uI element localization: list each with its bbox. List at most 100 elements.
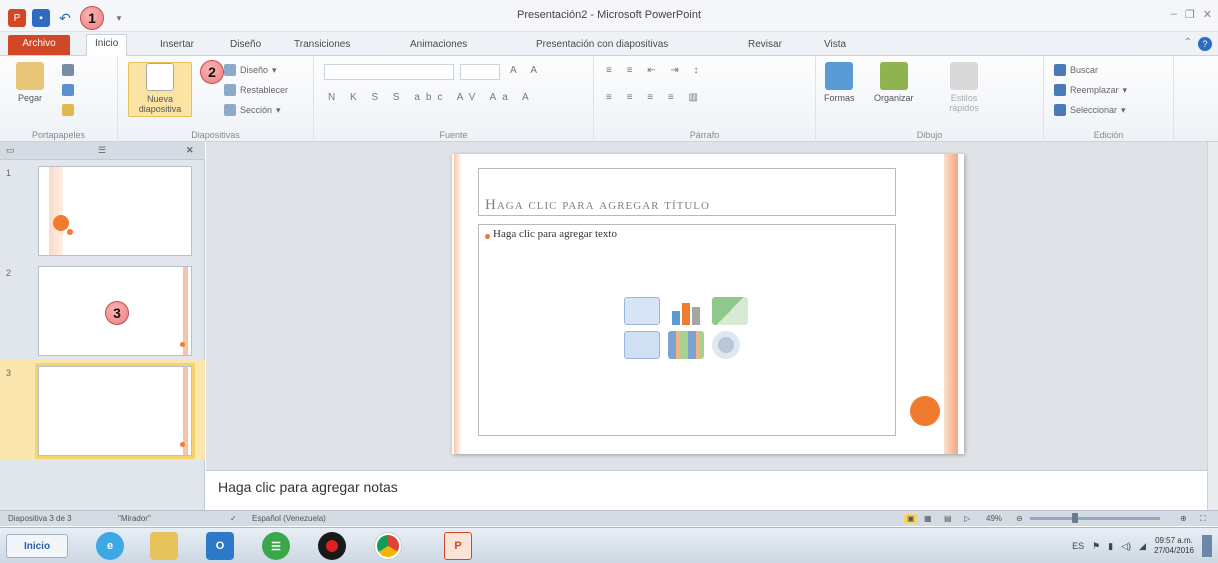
paste-button[interactable]: Pegar — [16, 62, 44, 103]
quick-styles-button[interactable]: Estilos rápidos — [942, 62, 986, 113]
font-size-buttons[interactable]: A A — [510, 65, 543, 76]
list-buttons[interactable]: ≡ ≡ ⇤ ⇥ ↕ — [606, 65, 705, 76]
thumb-dot — [67, 229, 73, 235]
media-app-icon[interactable]: ☰ — [262, 532, 290, 560]
notes-pane[interactable]: Haga clic para agregar notas — [206, 470, 1207, 510]
start-button[interactable]: Inicio — [6, 534, 68, 558]
callout-marker-3: 3 — [105, 301, 129, 325]
zoom-level[interactable]: 49% — [986, 514, 1002, 523]
insert-picture-icon[interactable] — [624, 331, 660, 359]
slide-thumbnail-2[interactable]: 3 — [38, 266, 192, 356]
tab-revisar[interactable]: Revisar — [740, 36, 790, 56]
zoom-in-icon[interactable]: ⊕ — [1180, 514, 1187, 523]
slides-tab-icon[interactable]: ▭ — [6, 145, 15, 156]
group-label-diapositivas: Diapositivas — [191, 130, 240, 140]
title-placeholder-text: Haga clic para agregar título — [485, 197, 710, 213]
zoom-slider-thumb[interactable] — [1072, 513, 1078, 523]
arrange-button[interactable]: Organizar — [874, 62, 914, 103]
tab-vista[interactable]: Vista — [816, 36, 854, 56]
insert-chart-icon[interactable] — [668, 297, 704, 325]
find-label: Buscar — [1070, 65, 1099, 75]
tabs-right-controls: ⌃ ? — [1184, 37, 1212, 51]
chrome-icon[interactable] — [374, 532, 402, 560]
find-button[interactable]: Buscar — [1054, 64, 1098, 76]
close-icon[interactable]: ✕ — [1203, 8, 1212, 21]
clock[interactable]: 09:57 a.m. 27/04/2016 — [1154, 536, 1194, 556]
section-button[interactable]: Sección ▾ — [224, 104, 281, 116]
chevron-down-icon: ▾ — [272, 64, 277, 75]
select-button[interactable]: Seleccionar ▾ — [1054, 104, 1126, 116]
group-label-parrafo: Párrafo — [689, 130, 720, 140]
tab-archivo[interactable]: Archivo — [8, 35, 70, 55]
ribbon-tabs: Archivo Inicio Insertar Diseño Transicio… — [0, 32, 1218, 56]
insert-clipart-icon[interactable] — [668, 331, 704, 359]
slide-thumbnail-1[interactable] — [38, 166, 192, 256]
insert-media-icon[interactable] — [712, 331, 740, 359]
tab-insertar[interactable]: Insertar — [152, 36, 202, 56]
zoom-out-icon[interactable]: ⊖ — [1016, 514, 1023, 523]
tab-inicio[interactable]: Inicio — [86, 34, 128, 56]
language-indicator[interactable]: ES — [1072, 541, 1084, 551]
window-controls: – ❐ ✕ — [1171, 8, 1212, 21]
replace-button[interactable]: Reemplazar ▾ — [1054, 84, 1127, 96]
sorter-view-icon[interactable]: ▦ — [924, 514, 932, 523]
language-status[interactable]: Español (Venezuela) — [252, 514, 326, 523]
vertical-scrollbar[interactable] — [1207, 142, 1218, 510]
zoom-slider[interactable] — [1030, 517, 1160, 520]
tab-diseno[interactable]: Diseño — [222, 36, 269, 56]
folder-icon[interactable] — [150, 532, 178, 560]
group-label-portapapeles: Portapapeles — [31, 130, 86, 140]
paste-label: Pegar — [17, 93, 43, 103]
slide-thumbnail-3[interactable] — [35, 363, 195, 459]
status-bar: Diapositiva 3 de 3 "Mirador" ✓ Español (… — [0, 510, 1218, 526]
layout-icon — [224, 64, 236, 76]
reset-button[interactable]: Restablecer — [224, 84, 288, 96]
font-name-field[interactable] — [324, 64, 454, 80]
show-desktop-button[interactable] — [1202, 535, 1212, 557]
shapes-button[interactable]: Formas — [824, 62, 855, 103]
align-buttons[interactable]: ≡ ≡ ≡ ≡ ▥ — [606, 92, 704, 103]
network-icon[interactable]: ▮ — [1108, 541, 1113, 552]
system-tray: ES ⚑ ▮ ◁) ◢ 09:57 a.m. 27/04/2016 — [1072, 534, 1212, 558]
signal-icon[interactable]: ◢ — [1139, 541, 1146, 552]
text-format-buttons[interactable]: N K S S abc AV Aa A — [328, 92, 535, 103]
copy-button[interactable] — [62, 84, 74, 96]
outlook-icon[interactable]: O — [206, 532, 234, 560]
content-placeholder[interactable]: Haga clic para agregar texto — [478, 224, 896, 436]
new-slide-button[interactable]: Nueva diapositiva — [128, 62, 192, 117]
thumb-dot — [53, 215, 69, 231]
layout-button[interactable]: Diseño ▾ — [224, 64, 277, 76]
flag-icon[interactable]: ⚑ — [1092, 541, 1100, 552]
record-app-icon[interactable] — [318, 532, 346, 560]
restore-icon[interactable]: ❐ — [1185, 8, 1195, 21]
slide-count-status: Diapositiva 3 de 3 — [8, 514, 72, 523]
normal-view-icon[interactable]: ▣ — [904, 514, 918, 523]
tab-presentacion[interactable]: Presentación con diapositivas — [528, 36, 676, 56]
insert-smartart-icon[interactable] — [712, 297, 748, 325]
tab-transiciones[interactable]: Transiciones — [286, 36, 358, 56]
slide-stripe — [454, 154, 462, 454]
slideshow-view-icon[interactable]: ▷ — [964, 514, 970, 523]
fit-slide-icon[interactable]: ⛶ — [1200, 514, 1206, 524]
minimize-ribbon-icon[interactable]: ⌃ — [1184, 37, 1192, 51]
taskbar: Inicio e O ☰ P ES ⚑ ▮ ◁) ◢ 09:57 a.m. 27… — [0, 527, 1218, 563]
chevron-down-icon: ▾ — [1121, 104, 1126, 115]
ie-icon[interactable]: e — [96, 532, 124, 560]
spellcheck-icon[interactable]: ✓ — [230, 514, 237, 523]
clock-date: 27/04/2016 — [1153, 546, 1194, 555]
minimize-icon[interactable]: – — [1171, 8, 1177, 21]
reading-view-icon[interactable]: ▤ — [944, 514, 952, 523]
quick-styles-label: Estilos rápidos — [949, 93, 979, 113]
volume-icon[interactable]: ◁) — [1121, 541, 1131, 552]
title-placeholder[interactable]: Haga clic para agregar título — [478, 168, 896, 216]
outline-tab-icon[interactable]: ☰ — [98, 145, 106, 156]
format-painter-button[interactable] — [62, 104, 74, 116]
slides-panel: ▭ ☰ ✕ 1 2 3 3 — [0, 142, 205, 510]
powerpoint-taskbar-icon[interactable]: P — [444, 532, 472, 560]
cut-button[interactable] — [62, 64, 74, 76]
insert-table-icon[interactable] — [624, 297, 660, 325]
help-icon[interactable]: ? — [1198, 37, 1212, 51]
tab-animaciones[interactable]: Animaciones — [402, 36, 475, 56]
font-size-field[interactable] — [460, 64, 500, 80]
close-panel-icon[interactable]: ✕ — [186, 145, 194, 156]
